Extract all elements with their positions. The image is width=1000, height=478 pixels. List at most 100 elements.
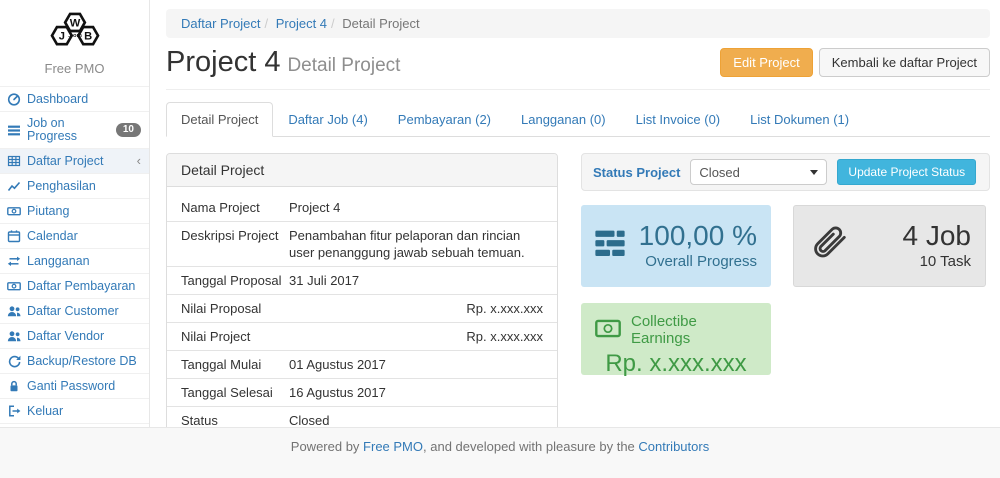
edit-project-button[interactable]: Edit Project bbox=[720, 48, 812, 77]
sidebar-item-daftar-customer[interactable]: Daftar Customer bbox=[0, 299, 149, 324]
sidebar-item-piutang[interactable]: Piutang bbox=[0, 199, 149, 224]
detail-row-nilai-proposal: Nilai Proposal Rp. x.xxx.xxx bbox=[167, 294, 557, 322]
main-content: Daftar Project/ Project 4/ Detail Projec… bbox=[150, 0, 1000, 427]
detail-label: Nilai Proposal bbox=[181, 300, 289, 317]
page-title-group: Project 4Detail Project bbox=[166, 46, 400, 78]
detail-value: Rp. x.xxx.xxx bbox=[289, 300, 543, 317]
sidebar-item-label: Dashboard bbox=[27, 93, 88, 106]
sidebar-item-label: Piutang bbox=[27, 205, 69, 218]
sidebar-item-keluar[interactable]: Keluar bbox=[0, 399, 149, 424]
detail-value: Rp. x.xxx.xxx bbox=[289, 328, 543, 345]
breadcrumb: Daftar Project/ Project 4/ Detail Projec… bbox=[166, 9, 990, 38]
contributors-link[interactable]: Contributors bbox=[638, 439, 709, 454]
tab-daftar-job[interactable]: Daftar Job (4) bbox=[273, 102, 382, 137]
progress-card-text: 100,00 % Overall Progress bbox=[639, 220, 757, 272]
exchange-icon bbox=[7, 254, 21, 268]
detail-value: 16 Agustus 2017 bbox=[289, 384, 543, 401]
header-buttons: Edit Project Kembali ke daftar Project bbox=[720, 48, 990, 77]
breadcrumb-separator: / bbox=[327, 16, 339, 31]
overall-progress-card: 100,00 % Overall Progress bbox=[581, 205, 771, 287]
sidebar-item-daftar-pembayaran[interactable]: Daftar Pembayaran bbox=[0, 274, 149, 299]
sidebar-item-label: Daftar Customer bbox=[27, 305, 119, 318]
sidebar-item-label: Daftar Pembayaran bbox=[27, 280, 135, 293]
detail-value: Penambahan fitur pelaporan dan rincian u… bbox=[289, 227, 543, 261]
tab-pembayaran[interactable]: Pembayaran (2) bbox=[383, 102, 506, 137]
sidebar-menu: Dashboard Job on Progress 10 Daftar Proj… bbox=[0, 86, 149, 424]
chart-line-icon bbox=[7, 179, 21, 193]
lock-icon bbox=[7, 379, 21, 393]
app-layout: J W B .com Free PMO Dashboard Job on Pro… bbox=[0, 0, 1000, 427]
detail-row-nama-project: Nama Project Project 4 bbox=[167, 194, 557, 221]
page-title: Project 4 bbox=[166, 46, 280, 78]
brand-name: Free PMO bbox=[0, 61, 149, 76]
jwb-logo-icon: J W B .com bbox=[42, 8, 108, 54]
footer-text: Powered by bbox=[291, 439, 363, 454]
logo-letter-b: B bbox=[84, 31, 92, 43]
page-header: Project 4Detail Project Edit Project Kem… bbox=[166, 46, 990, 90]
detail-row-nilai-project: Nilai Project Rp. x.xxx.xxx bbox=[167, 322, 557, 350]
calendar-icon bbox=[7, 229, 21, 243]
status-select[interactable]: Closed bbox=[690, 159, 827, 185]
sidebar-item-calendar[interactable]: Calendar bbox=[0, 224, 149, 249]
sidebar-item-label: Backup/Restore DB bbox=[27, 355, 137, 368]
overall-progress-caption: Overall Progress bbox=[639, 252, 757, 272]
dashboard-icon bbox=[7, 92, 21, 106]
detail-label: Tanggal Mulai bbox=[181, 356, 289, 373]
content-row: Detail Project Nama Project Project 4 De… bbox=[166, 153, 990, 470]
logo-suffix: .com bbox=[68, 33, 82, 39]
sidebar-item-label: Daftar Vendor bbox=[27, 330, 104, 343]
caret-down-icon bbox=[810, 170, 818, 175]
detail-label: Tanggal Proposal bbox=[181, 272, 289, 289]
footer: Powered by Free PMO, and developed with … bbox=[0, 427, 1000, 478]
detail-value: 31 Juli 2017 bbox=[289, 272, 543, 289]
tab-list-dokumen[interactable]: List Dokumen (1) bbox=[735, 102, 864, 137]
detail-row-tanggal-mulai: Tanggal Mulai 01 Agustus 2017 bbox=[167, 350, 557, 378]
sidebar-item-penghasilan[interactable]: Penghasilan bbox=[0, 174, 149, 199]
users-icon bbox=[7, 304, 21, 318]
summary-cards-row: 100,00 % Overall Progress 4 Job 10 Task bbox=[581, 205, 990, 287]
earnings-caption: Collectibe Earnings bbox=[631, 313, 757, 347]
jobs-count-value: 4 Job bbox=[903, 220, 972, 252]
detail-row-deskripsi-project: Deskripsi Project Penambahan fitur pelap… bbox=[167, 221, 557, 266]
breadcrumb-link-daftar-project[interactable]: Daftar Project bbox=[181, 16, 260, 31]
sidebar-item-langganan[interactable]: Langganan bbox=[0, 249, 149, 274]
detail-row-tanggal-proposal: Tanggal Proposal 31 Juli 2017 bbox=[167, 266, 557, 294]
panel-title: Detail Project bbox=[167, 154, 557, 187]
detail-value: 01 Agustus 2017 bbox=[289, 356, 543, 373]
earnings-value: Rp. x.xxx.xxx bbox=[595, 350, 757, 378]
sidebar-item-daftar-project[interactable]: Daftar Project ‹ bbox=[0, 149, 149, 174]
tasks-count-caption: 10 Task bbox=[903, 252, 972, 272]
breadcrumb-link-project-4[interactable]: Project 4 bbox=[276, 16, 327, 31]
sidebar-item-job-on-progress[interactable]: Job on Progress 10 bbox=[0, 112, 149, 149]
logo-letter-j: J bbox=[58, 31, 64, 43]
chevron-left-icon: ‹ bbox=[137, 156, 141, 166]
tab-langganan[interactable]: Langganan (0) bbox=[506, 102, 621, 137]
sidebar-item-label: Calendar bbox=[27, 230, 78, 243]
sidebar-item-label: Keluar bbox=[27, 405, 63, 418]
money-icon bbox=[7, 279, 21, 293]
detail-label: Deskripsi Project bbox=[181, 227, 289, 261]
banknote-icon bbox=[595, 319, 621, 342]
status-project-well: Status Project Closed Update Project Sta… bbox=[581, 153, 990, 191]
tab-list-invoice[interactable]: List Invoice (0) bbox=[621, 102, 736, 137]
detail-value: Project 4 bbox=[289, 199, 543, 216]
sidebar-item-dashboard[interactable]: Dashboard bbox=[0, 87, 149, 112]
sidebar-item-ganti-password[interactable]: Ganti Password bbox=[0, 374, 149, 399]
sidebar-item-label: Langganan bbox=[27, 255, 90, 268]
sidebar-item-daftar-vendor[interactable]: Daftar Vendor bbox=[0, 324, 149, 349]
tasks-icon bbox=[7, 123, 21, 137]
sidebar-item-label: Job on Progress bbox=[27, 117, 110, 143]
tab-detail-project[interactable]: Detail Project bbox=[166, 102, 273, 137]
back-to-project-list-button[interactable]: Kembali ke daftar Project bbox=[819, 48, 990, 77]
free-pmo-link[interactable]: Free PMO bbox=[363, 439, 423, 454]
sidebar-item-label: Penghasilan bbox=[27, 180, 96, 193]
footer-text: , and developed with pleasure by the bbox=[423, 439, 638, 454]
sign-out-icon bbox=[7, 404, 21, 418]
job-count-badge: 10 bbox=[116, 123, 141, 137]
tab-bar: Detail Project Daftar Job (4) Pembayaran… bbox=[166, 102, 990, 137]
tasks-bars-icon bbox=[595, 230, 625, 262]
sidebar-item-backup-restore[interactable]: Backup/Restore DB bbox=[0, 349, 149, 374]
breadcrumb-current: Detail Project bbox=[342, 16, 419, 31]
detail-label: Tanggal Selesai bbox=[181, 384, 289, 401]
update-project-status-button[interactable]: Update Project Status bbox=[837, 159, 976, 185]
